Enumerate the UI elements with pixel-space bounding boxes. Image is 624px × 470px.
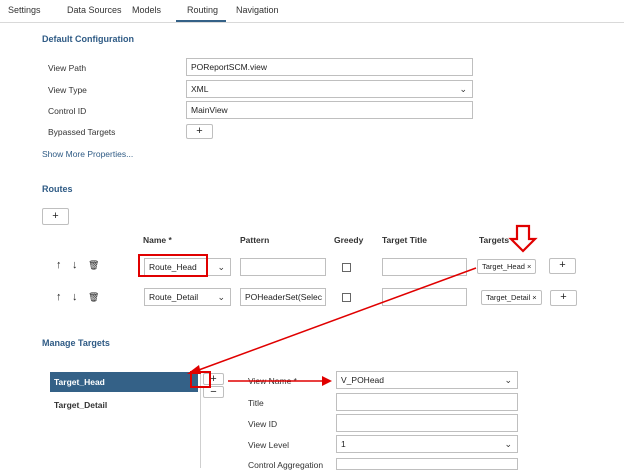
column-greedy: Greedy — [334, 235, 364, 245]
list-item-target-head[interactable]: Target_Head — [50, 372, 198, 392]
list-item-target-detail[interactable]: Target_Detail — [50, 395, 198, 415]
view-name-label: View Name * — [248, 376, 297, 386]
annotation-line — [195, 267, 477, 372]
title-label: Title — [248, 398, 264, 408]
tab-settings[interactable]: Settings — [8, 5, 41, 15]
view-level-select[interactable]: 1 ⌄ — [336, 435, 518, 453]
tab-bar: Settings Data Sources Models Routing Nav… — [0, 0, 624, 23]
chevron-down-icon: ⌄ — [217, 292, 225, 302]
chevron-down-icon: ⌄ — [459, 84, 467, 94]
route-name-value: Route_Detail — [149, 292, 199, 302]
add-route-button[interactable]: + — [42, 208, 69, 225]
move-up-icon[interactable]: ↑ — [56, 291, 62, 303]
bypassed-targets-label: Bypassed Targets — [48, 127, 116, 137]
remove-token-icon[interactable]: × — [532, 293, 536, 302]
move-down-icon[interactable]: ↓ — [72, 291, 78, 303]
pattern-input[interactable] — [240, 258, 326, 276]
move-down-icon[interactable]: ↓ — [72, 259, 78, 271]
control-aggregation-label: Control Aggregation — [248, 460, 324, 470]
delete-icon[interactable]: 🗑 — [88, 292, 99, 303]
control-id-label: Control ID — [48, 106, 87, 116]
active-tab-indicator — [176, 20, 226, 22]
target-token-label: Target_Head — [482, 262, 525, 271]
chevron-down-icon: ⌄ — [504, 375, 512, 385]
move-up-icon[interactable]: ↑ — [56, 259, 62, 271]
remove-token-icon[interactable]: × — [527, 262, 531, 271]
tab-models[interactable]: Models — [132, 5, 161, 15]
tab-data-sources[interactable]: Data Sources — [67, 5, 122, 15]
view-level-value: 1 — [341, 439, 346, 449]
title-input[interactable] — [336, 393, 518, 411]
column-pattern: Pattern — [240, 235, 270, 245]
arrowhead-icon — [322, 376, 332, 386]
column-target-title: Target Title — [382, 235, 428, 245]
target-title-input[interactable] — [382, 258, 467, 276]
view-path-input[interactable]: POReportSCM.view — [186, 58, 473, 76]
target-token-label: Target_Detail — [486, 293, 531, 302]
default-configuration-title: Default Configuration — [42, 34, 134, 44]
column-name: Name * — [143, 235, 172, 245]
highlight-box — [138, 254, 208, 277]
route-name-select[interactable]: Route_Detail ⌄ — [144, 288, 231, 306]
routes-title: Routes — [42, 184, 73, 194]
manage-targets-title: Manage Targets — [42, 338, 110, 348]
add-target-button[interactable]: + — [550, 290, 577, 306]
greedy-checkbox[interactable] — [342, 263, 351, 272]
control-id-input[interactable]: MainView — [186, 101, 473, 119]
add-bypassed-target-button[interactable]: + — [186, 124, 213, 139]
target-token[interactable]: Target_Detail × — [481, 290, 542, 305]
view-name-select[interactable]: V_POHead ⌄ — [336, 371, 518, 389]
control-aggregation-input[interactable] — [336, 458, 518, 470]
view-id-input[interactable] — [336, 414, 518, 432]
add-target-button[interactable]: + — [549, 258, 576, 274]
pattern-input[interactable]: POHeaderSet(Selec — [240, 288, 326, 306]
view-path-label: View Path — [48, 63, 87, 73]
target-token[interactable]: Target_Head × — [477, 259, 537, 274]
chevron-down-icon: ⌄ — [217, 262, 225, 272]
delete-icon[interactable]: 🗑 — [88, 260, 99, 271]
view-type-label: View Type — [48, 85, 87, 95]
show-more-properties-link[interactable]: Show More Properties... — [42, 149, 133, 159]
chevron-down-icon: ⌄ — [504, 439, 512, 449]
tab-navigation[interactable]: Navigation — [236, 5, 279, 15]
view-level-label: View Level — [248, 440, 289, 450]
view-id-label: View ID — [248, 419, 278, 429]
target-title-input[interactable] — [382, 288, 467, 306]
column-targets: Targets — [479, 235, 510, 245]
view-type-value: XML — [191, 84, 209, 94]
highlight-box — [190, 371, 211, 388]
view-type-select[interactable]: XML ⌄ — [186, 80, 473, 98]
tab-routing[interactable]: Routing — [187, 5, 218, 15]
targets-list: Target_Head Target_Detail — [50, 370, 201, 468]
view-name-value: V_POHead — [341, 375, 384, 385]
greedy-checkbox[interactable] — [342, 293, 351, 302]
down-arrow-icon — [508, 224, 538, 253]
